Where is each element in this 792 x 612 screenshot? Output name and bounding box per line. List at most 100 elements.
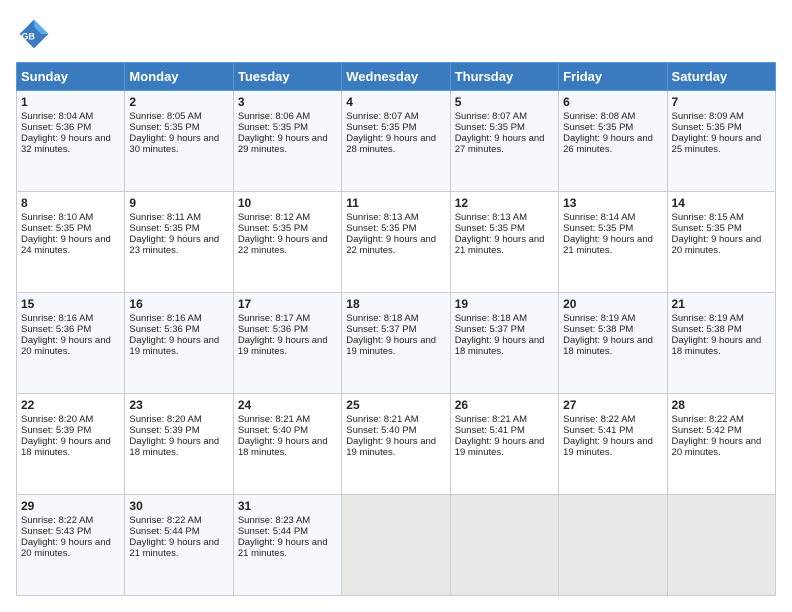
calendar-cell: 31 Sunrise: 8:23 AMSunset: 5:44 PMDayligh… (233, 495, 341, 596)
day-number: 16 (129, 297, 228, 311)
calendar-cell: 8Sunrise: 8:10 AMSunset: 5:35 PMDaylight… (17, 192, 125, 293)
daylight: Daylight: 9 hours and 19 minutes. (455, 436, 545, 458)
svg-text:GB: GB (21, 31, 35, 41)
sunrise: Sunrise: 8:20 AM (129, 414, 201, 425)
sunrise: Sunrise: 8:21 AM (346, 414, 418, 425)
calendar-header-row: SundayMondayTuesdayWednesdayThursdayFrid… (17, 63, 776, 91)
daylight: Daylight: 9 hours and 19 minutes. (129, 335, 219, 357)
day-number: 19 (455, 297, 554, 311)
day-number: 18 (346, 297, 445, 311)
sunset: Sunset: 5:41 PM (563, 425, 633, 436)
calendar-cell: 16Sunrise: 8:16 AMSunset: 5:36 PMDayligh… (125, 293, 233, 394)
calendar-cell: 18 Sunrise: 8:18 AMSunset: 5:37 PMDayligh… (342, 293, 450, 394)
day-number: 31 (238, 499, 337, 513)
daylight: Daylight: 9 hours and 26 minutes. (563, 133, 653, 155)
calendar-cell (667, 495, 775, 596)
daylight: Daylight: 9 hours and 24 minutes. (21, 234, 111, 256)
sunrise: Sunrise: 8:22 AM (563, 414, 635, 425)
sunset: Sunset: 5:37 PM (346, 324, 416, 335)
daylight: Daylight: 9 hours and 20 minutes. (21, 537, 111, 559)
day-number: 28 (672, 398, 771, 412)
daylight: Daylight: 9 hours and 21 minutes. (563, 234, 653, 256)
week-row-5: 29Sunrise: 8:22 AMSunset: 5:43 PMDayligh… (17, 495, 776, 596)
sunset: Sunset: 5:35 PM (129, 122, 199, 133)
calendar-cell: 26 Sunrise: 8:21 AMSunset: 5:41 PMDayligh… (450, 394, 558, 495)
calendar-cell: 25Sunrise: 8:21 AMSunset: 5:40 PMDayligh… (342, 394, 450, 495)
daylight: Daylight: 9 hours and 32 minutes. (21, 133, 111, 155)
sunset: Sunset: 5:36 PM (238, 324, 308, 335)
col-header-friday: Friday (559, 63, 667, 91)
sunset: Sunset: 5:40 PM (238, 425, 308, 436)
sunrise: Sunrise: 8:23 AM (238, 515, 310, 526)
sunset: Sunset: 5:39 PM (21, 425, 91, 436)
sunrise: Sunrise: 8:16 AM (129, 313, 201, 324)
daylight: Daylight: 9 hours and 22 minutes. (346, 234, 436, 256)
calendar-cell (342, 495, 450, 596)
day-number: 14 (672, 196, 771, 210)
col-header-sunday: Sunday (17, 63, 125, 91)
day-number: 6 (563, 95, 662, 109)
week-row-3: 15Sunrise: 8:16 AMSunset: 5:36 PMDayligh… (17, 293, 776, 394)
daylight: Daylight: 9 hours and 19 minutes. (563, 436, 653, 458)
day-number: 26 (455, 398, 554, 412)
daylight: Daylight: 9 hours and 20 minutes. (672, 234, 762, 256)
sunrise: Sunrise: 8:11 AM (129, 212, 201, 223)
day-number: 7 (672, 95, 771, 109)
logo: GB (16, 16, 56, 52)
calendar-cell: 11Sunrise: 8:13 AMSunset: 5:35 PMDayligh… (342, 192, 450, 293)
sunrise: Sunrise: 8:21 AM (455, 414, 527, 425)
calendar-cell: 22Sunrise: 8:20 AMSunset: 5:39 PMDayligh… (17, 394, 125, 495)
calendar-cell: 21Sunrise: 8:19 AMSunset: 5:38 PMDayligh… (667, 293, 775, 394)
day-number: 20 (563, 297, 662, 311)
daylight: Daylight: 9 hours and 18 minutes. (455, 335, 545, 357)
sunset: Sunset: 5:36 PM (21, 122, 91, 133)
calendar-cell: 3Sunrise: 8:06 AMSunset: 5:35 PMDaylight… (233, 91, 341, 192)
daylight: Daylight: 9 hours and 23 minutes. (129, 234, 219, 256)
day-number: 24 (238, 398, 337, 412)
daylight: Daylight: 9 hours and 18 minutes. (21, 436, 111, 458)
daylight: Daylight: 9 hours and 19 minutes. (346, 436, 436, 458)
day-number: 12 (455, 196, 554, 210)
daylight: Daylight: 9 hours and 19 minutes. (346, 335, 436, 357)
sunrise: Sunrise: 8:04 AM (21, 111, 93, 122)
calendar-cell: 14Sunrise: 8:15 AMSunset: 5:35 PMDayligh… (667, 192, 775, 293)
sunrise: Sunrise: 8:13 AM (346, 212, 418, 223)
day-number: 11 (346, 196, 445, 210)
day-number: 10 (238, 196, 337, 210)
calendar-cell: 20Sunrise: 8:19 AMSunset: 5:38 PMDayligh… (559, 293, 667, 394)
page: GB SundayMondayTuesdayWednesdayThursdayF… (0, 0, 792, 612)
sunrise: Sunrise: 8:17 AM (238, 313, 310, 324)
week-row-4: 22Sunrise: 8:20 AMSunset: 5:39 PMDayligh… (17, 394, 776, 495)
calendar-cell: 29Sunrise: 8:22 AMSunset: 5:43 PMDayligh… (17, 495, 125, 596)
sunrise: Sunrise: 8:18 AM (455, 313, 527, 324)
day-number: 13 (563, 196, 662, 210)
sunset: Sunset: 5:35 PM (238, 223, 308, 234)
day-number: 30 (129, 499, 228, 513)
sunrise: Sunrise: 8:18 AM (346, 313, 418, 324)
daylight: Daylight: 9 hours and 21 minutes. (455, 234, 545, 256)
sunrise: Sunrise: 8:09 AM (672, 111, 744, 122)
calendar-cell: 17Sunrise: 8:17 AMSunset: 5:36 PMDayligh… (233, 293, 341, 394)
sunset: Sunset: 5:35 PM (672, 122, 742, 133)
calendar-cell: 10Sunrise: 8:12 AMSunset: 5:35 PMDayligh… (233, 192, 341, 293)
sunrise: Sunrise: 8:15 AM (672, 212, 744, 223)
day-number: 17 (238, 297, 337, 311)
sunset: Sunset: 5:44 PM (129, 526, 199, 537)
sunrise: Sunrise: 8:10 AM (21, 212, 93, 223)
daylight: Daylight: 9 hours and 27 minutes. (455, 133, 545, 155)
sunset: Sunset: 5:44 PM (238, 526, 308, 537)
calendar-cell: 24Sunrise: 8:21 AMSunset: 5:40 PMDayligh… (233, 394, 341, 495)
sunset: Sunset: 5:35 PM (455, 223, 525, 234)
day-number: 22 (21, 398, 120, 412)
calendar-table: SundayMondayTuesdayWednesdayThursdayFrid… (16, 62, 776, 596)
calendar-cell: 28Sunrise: 8:22 AMSunset: 5:42 PMDayligh… (667, 394, 775, 495)
sunrise: Sunrise: 8:07 AM (346, 111, 418, 122)
sunrise: Sunrise: 8:07 AM (455, 111, 527, 122)
daylight: Daylight: 9 hours and 21 minutes. (238, 537, 328, 559)
calendar-cell: 12Sunrise: 8:13 AMSunset: 5:35 PMDayligh… (450, 192, 558, 293)
sunset: Sunset: 5:38 PM (563, 324, 633, 335)
day-number: 2 (129, 95, 228, 109)
sunset: Sunset: 5:35 PM (563, 223, 633, 234)
sunset: Sunset: 5:41 PM (455, 425, 525, 436)
col-header-wednesday: Wednesday (342, 63, 450, 91)
